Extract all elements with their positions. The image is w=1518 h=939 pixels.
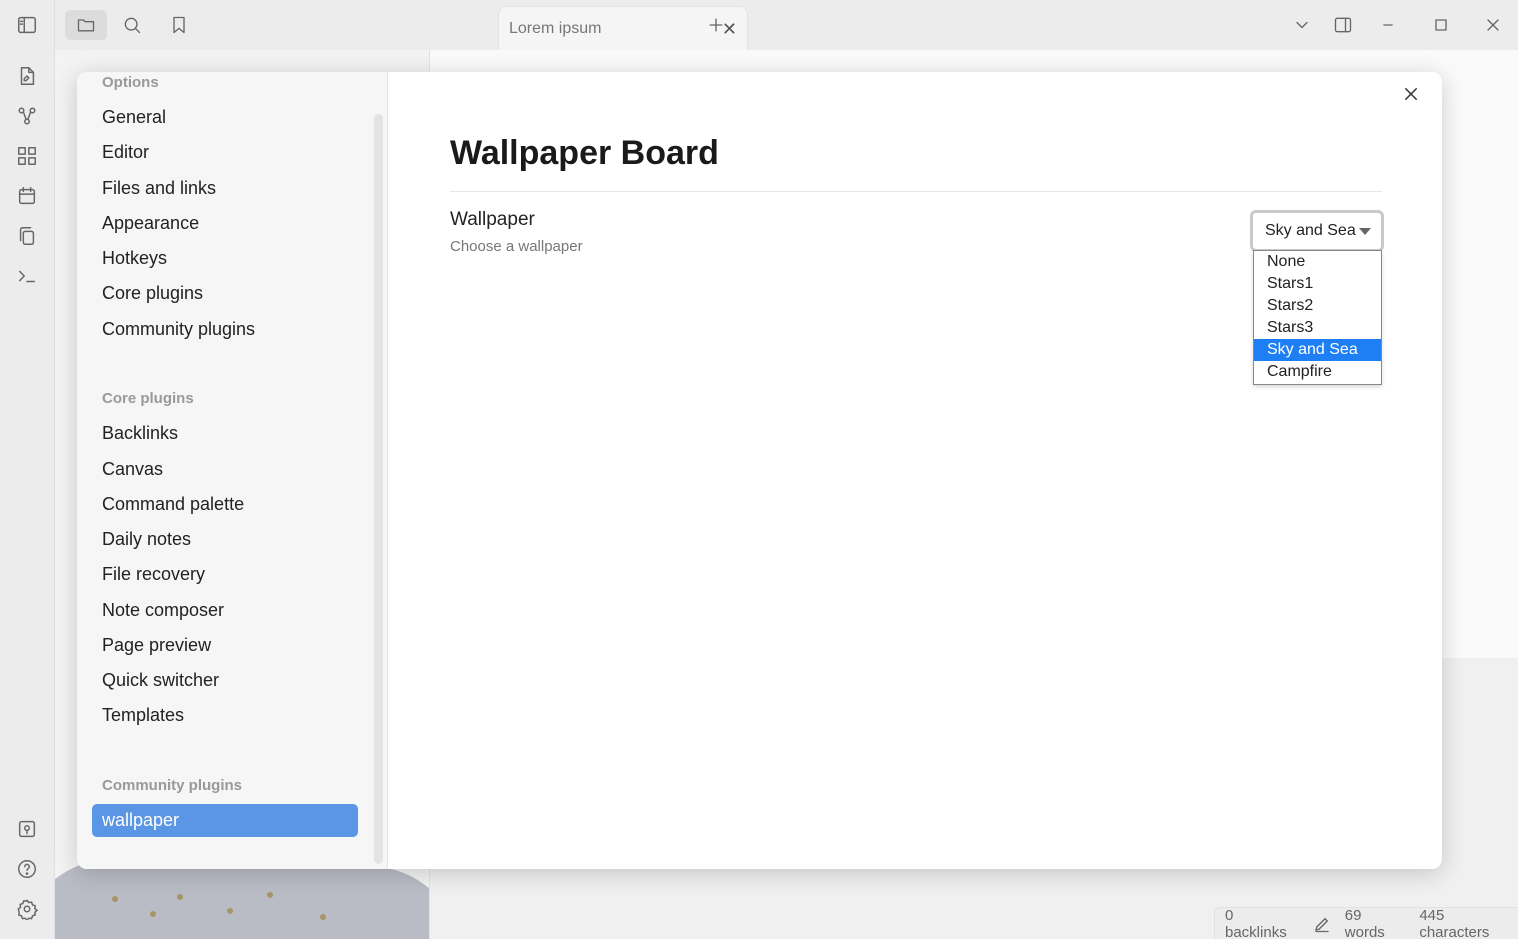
title-divider bbox=[450, 191, 1382, 192]
option-campfire[interactable]: Campfire bbox=[1254, 361, 1381, 383]
title-bar: Lorem ipsum ✕ bbox=[55, 0, 1518, 50]
nav-item-files-and-links[interactable]: Files and links bbox=[92, 172, 358, 205]
nav-item-page-preview[interactable]: Page preview bbox=[92, 629, 358, 662]
nav-item-command-palette[interactable]: Command palette bbox=[92, 488, 358, 521]
nav-item-file-recovery[interactable]: File recovery bbox=[92, 558, 358, 591]
nav-item-backlinks[interactable]: Backlinks bbox=[92, 417, 358, 450]
settings-modal: Options General Editor Files and links A… bbox=[77, 72, 1442, 869]
help-icon[interactable] bbox=[14, 856, 40, 882]
file-explorer-icon[interactable] bbox=[65, 10, 107, 40]
nav-item-hotkeys[interactable]: Hotkeys bbox=[92, 242, 358, 275]
dropdown-caret-icon bbox=[1359, 228, 1371, 235]
new-tab-icon[interactable] bbox=[703, 12, 729, 38]
character-count: 445 characters bbox=[1419, 906, 1490, 939]
option-none[interactable]: None bbox=[1254, 251, 1381, 273]
section-heading-core-plugins: Core plugins bbox=[102, 390, 194, 407]
tab-list-chevron-icon[interactable] bbox=[1289, 12, 1315, 38]
option-stars3[interactable]: Stars3 bbox=[1254, 317, 1381, 339]
terminal-icon[interactable] bbox=[14, 263, 40, 289]
sidebar-scrollbar[interactable] bbox=[374, 114, 383, 864]
right-sidebar-toggle-icon[interactable] bbox=[1330, 12, 1356, 38]
page-title: Wallpaper Board bbox=[450, 134, 719, 172]
wallpaper-options-list: None Stars1 Stars2 Stars3 Sky and Sea Ca… bbox=[1253, 250, 1382, 385]
graph-view-icon[interactable] bbox=[14, 103, 40, 129]
minimize-icon[interactable] bbox=[1375, 12, 1401, 38]
new-note-icon[interactable] bbox=[14, 63, 40, 89]
option-sky-and-sea[interactable]: Sky and Sea bbox=[1254, 339, 1381, 361]
word-count: 69 words bbox=[1344, 906, 1385, 939]
nav-item-wallpaper[interactable]: wallpaper bbox=[92, 804, 358, 837]
nav-item-note-composer[interactable]: Note composer bbox=[92, 594, 358, 627]
select-value: Sky and Sea bbox=[1265, 222, 1356, 239]
section-heading-community-plugins: Community plugins bbox=[102, 777, 242, 794]
nav-item-daily-notes[interactable]: Daily notes bbox=[92, 523, 358, 556]
nav-item-canvas[interactable]: Canvas bbox=[92, 453, 358, 486]
nav-item-appearance[interactable]: Appearance bbox=[92, 207, 358, 240]
copy-icon[interactable] bbox=[14, 223, 40, 249]
window-close-icon[interactable] bbox=[1480, 12, 1506, 38]
nav-item-editor[interactable]: Editor bbox=[92, 136, 358, 169]
wallpaper-select[interactable]: Sky and Sea bbox=[1250, 210, 1384, 252]
edit-pencil-icon[interactable] bbox=[1313, 915, 1331, 933]
settings-gear-icon[interactable] bbox=[14, 896, 40, 922]
maximize-icon[interactable] bbox=[1428, 12, 1454, 38]
option-stars1[interactable]: Stars1 bbox=[1254, 273, 1381, 295]
setting-name: Wallpaper bbox=[450, 209, 535, 230]
nav-item-templates[interactable]: Templates bbox=[92, 699, 358, 732]
section-heading-options: Options bbox=[102, 74, 159, 91]
vault-switch-icon[interactable] bbox=[14, 816, 40, 842]
canvas-icon[interactable] bbox=[14, 143, 40, 169]
setting-description: Choose a wallpaper bbox=[450, 238, 583, 255]
search-icon[interactable] bbox=[119, 12, 145, 38]
nav-item-core-plugins[interactable]: Core plugins bbox=[92, 277, 358, 310]
bookmark-icon[interactable] bbox=[166, 12, 192, 38]
sidebar-toggle-icon[interactable] bbox=[14, 12, 40, 38]
backlinks-count[interactable]: 0 backlinks bbox=[1225, 907, 1299, 939]
nav-item-general[interactable]: General bbox=[92, 101, 358, 134]
nav-item-quick-switcher[interactable]: Quick switcher bbox=[92, 664, 358, 697]
option-stars2[interactable]: Stars2 bbox=[1254, 295, 1381, 317]
nav-item-community-plugins[interactable]: Community plugins bbox=[92, 313, 358, 346]
tab-title: Lorem ipsum bbox=[509, 20, 602, 37]
calendar-icon[interactable] bbox=[14, 183, 40, 209]
status-bar: 0 backlinks 69 words 445 characters bbox=[1214, 907, 1518, 939]
modal-close-icon[interactable] bbox=[1399, 82, 1423, 106]
left-ribbon bbox=[0, 0, 55, 939]
settings-sidebar: Options General Editor Files and links A… bbox=[77, 72, 388, 869]
